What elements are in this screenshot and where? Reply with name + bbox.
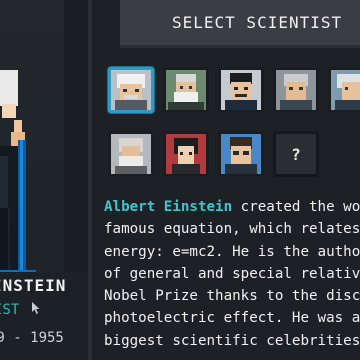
curie-portrait-icon (276, 70, 316, 110)
einstein-portrait-icon (111, 70, 151, 110)
cursor-icon (32, 302, 40, 314)
unknown-label: ? (291, 144, 301, 164)
description-line-1: Albert Einstein created the wo (104, 199, 360, 215)
scientist-card-tesla[interactable] (218, 67, 264, 113)
scientist-card-hawking[interactable] (218, 131, 264, 177)
scientist-card-darwin[interactable] (163, 67, 209, 113)
hawking-portrait-icon (221, 134, 261, 174)
header-bar: SELECT SCIENTIST (120, 0, 360, 48)
hero-name: INSTEIN (0, 276, 67, 295)
description-line-4: of general and special relativity, (104, 265, 360, 282)
scientist-card-einstein[interactable] (108, 67, 154, 113)
game-screen: INSTEIN IST 79 - 1955 SELECT SCIENTIST (0, 0, 360, 360)
tesla-portrait-icon (221, 70, 261, 110)
description-line-3: energy: e=mc2. He is the author (104, 243, 360, 260)
scientist-name-highlight: Albert Einstein (104, 199, 233, 215)
description-line-6: photoelectric effect. He was also (104, 310, 360, 327)
darwin-portrait-icon (166, 70, 206, 110)
newton-portrait-icon (331, 70, 360, 110)
scientist-card-lovelace[interactable] (163, 131, 209, 177)
panel-divider (88, 0, 92, 360)
scientist-card-unknown[interactable]: ? (273, 131, 319, 177)
description-line-7: biggest scientific celebrities of h (104, 332, 360, 349)
scientist-description: Albert Einstein created the wo famous eq… (104, 196, 360, 352)
scientist-card-newton[interactable] (328, 67, 360, 113)
description-line-5: Nobel Prize thanks to the discove (104, 288, 360, 305)
einstein-figure (0, 70, 36, 290)
description-line-2: famous equation, which relates m (104, 221, 360, 238)
scientist-card-da-vinci[interactable] (108, 131, 154, 177)
page-title: SELECT SCIENTIST (172, 13, 343, 32)
hero-role: IST (0, 302, 20, 318)
davinci-portrait-icon (111, 134, 151, 174)
selected-scientist-panel: INSTEIN IST 79 - 1955 (0, 0, 88, 360)
hero-years: 79 - 1955 (0, 330, 64, 346)
lovelace-portrait-icon (166, 134, 206, 174)
scientist-card-curie[interactable] (273, 67, 319, 113)
